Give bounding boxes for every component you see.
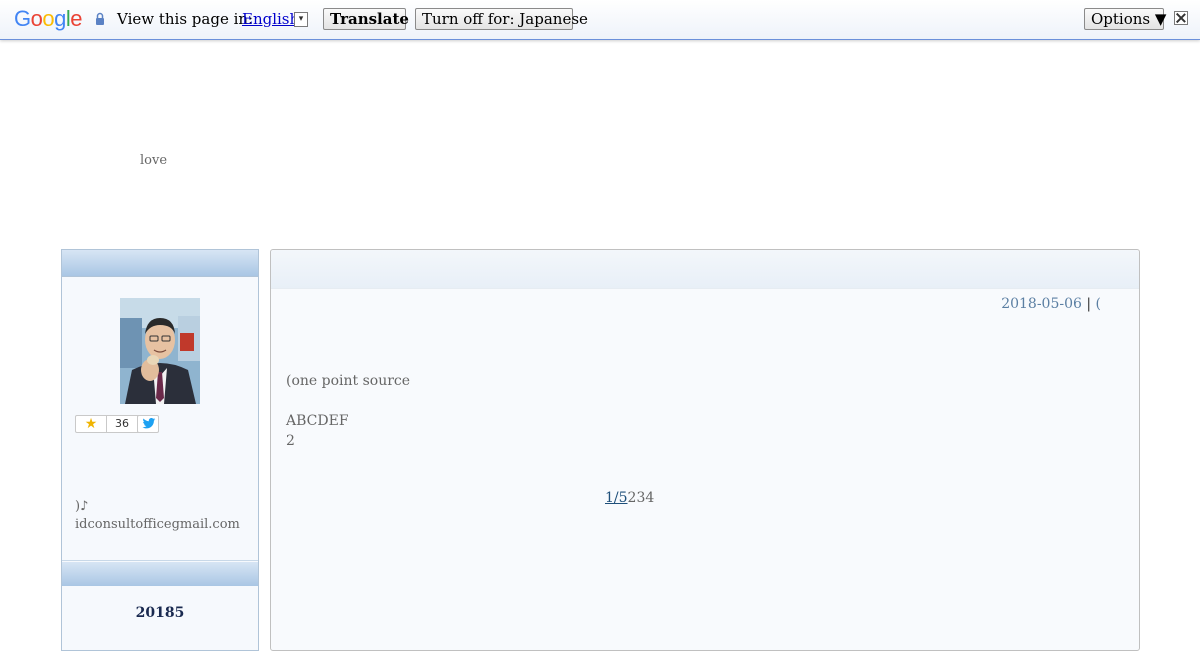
post-body-spacer: [286, 391, 410, 411]
close-icon[interactable]: [1174, 11, 1188, 25]
post-body: (one point source ABCDEF 2: [286, 371, 410, 451]
lock-icon: [96, 12, 104, 25]
google-logo: Google: [14, 6, 83, 31]
twitter-button[interactable]: [137, 415, 159, 433]
main-panel: 2018-05-06 | ( (one point source ABCDEF …: [270, 249, 1140, 651]
translate-prompt: View this page in:: [117, 10, 254, 28]
profile-line: )♪: [75, 499, 89, 514]
post-meta: 2018-05-06 | (: [1001, 296, 1101, 312]
twitter-icon: [142, 418, 156, 429]
avatar-photo: [120, 298, 200, 404]
profile-email: idconsultofficegmail.com: [75, 517, 240, 532]
blog-tagline: love: [140, 153, 168, 168]
language-link[interactable]: English: [242, 10, 299, 28]
sidebar-section-header: [62, 562, 258, 586]
language-dropdown-icon[interactable]: ▾: [294, 12, 308, 27]
translate-bar: Google View this page in: English ▾ Tran…: [0, 0, 1200, 40]
post-header: [271, 250, 1139, 289]
turn-off-button[interactable]: Turn off for: Japanese: [415, 8, 588, 30]
sidebar: ★ 36 )♪ idconsultofficegmail.com 20185: [61, 249, 259, 651]
star-count: 36: [115, 417, 129, 430]
pager: 1/5234: [605, 490, 654, 506]
pager-current-link[interactable]: 1/5: [605, 490, 628, 506]
options-button[interactable]: Options ▼: [1084, 8, 1166, 30]
meta-separator: |: [1086, 296, 1092, 312]
post-meta-link[interactable]: (: [1096, 296, 1101, 312]
post-body-line: (one point source: [286, 373, 411, 389]
sidebar-header: [62, 250, 258, 277]
post-date[interactable]: 2018-05-06: [1001, 296, 1082, 312]
calendar-title: 20185: [135, 605, 185, 621]
pager-pages[interactable]: 234: [628, 490, 655, 506]
avatar[interactable]: [120, 298, 200, 404]
star-icon[interactable]: ★: [76, 416, 107, 432]
translate-button[interactable]: Translate: [323, 8, 409, 30]
sidebar-divider: [62, 560, 258, 561]
post-body-line: ABCDEF: [286, 413, 349, 429]
profile-text: )♪ idconsultofficegmail.com: [75, 498, 240, 534]
post-body-line: 2: [286, 433, 295, 449]
